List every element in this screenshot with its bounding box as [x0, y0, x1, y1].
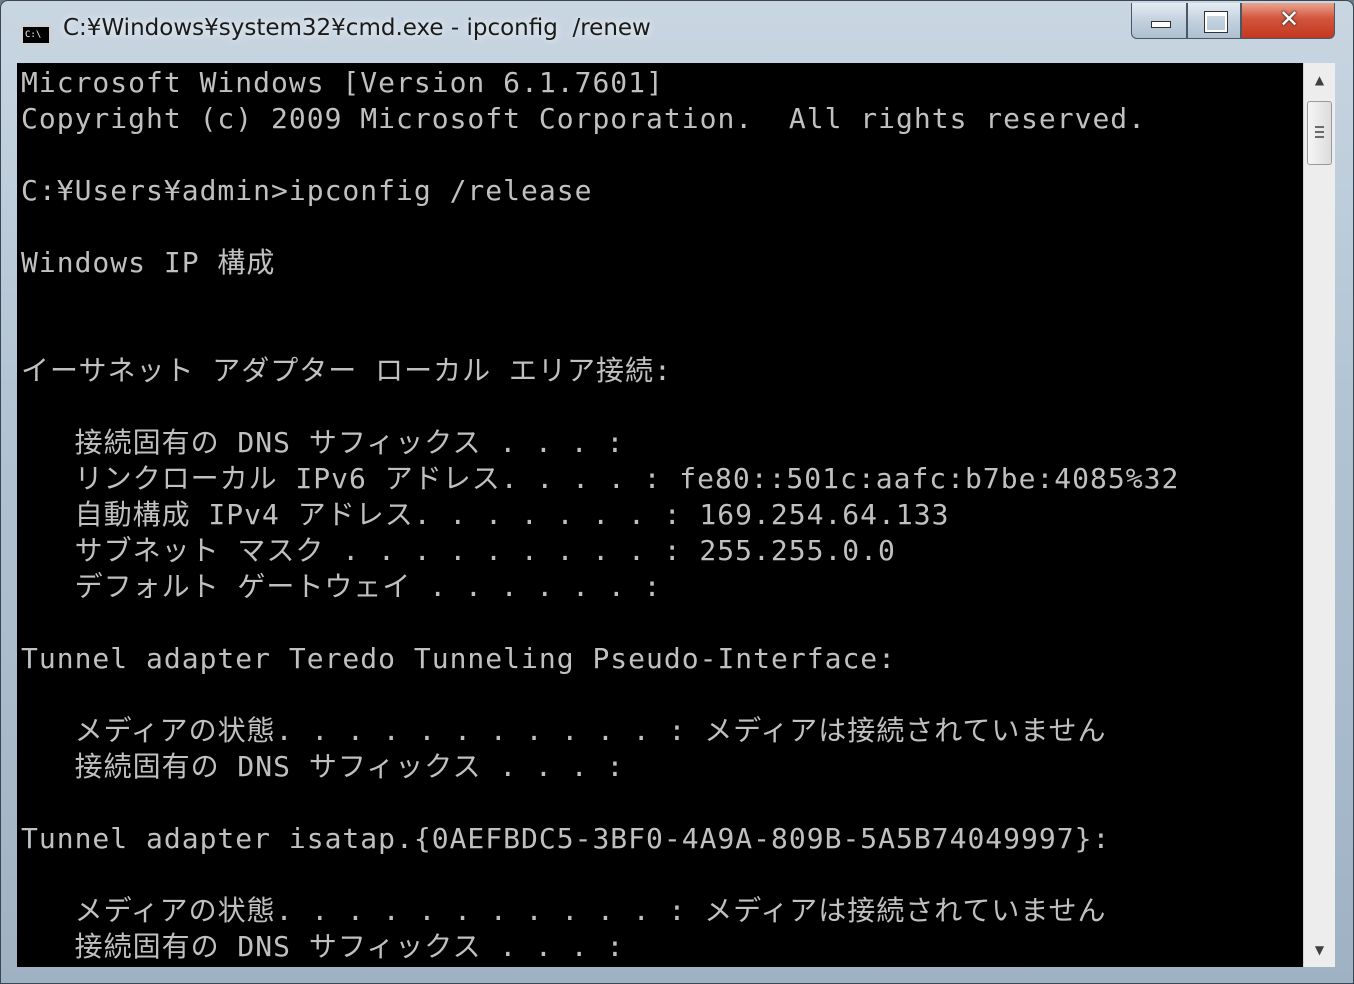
minimize-button[interactable]	[1131, 3, 1187, 39]
console-line: イーサネット アダプター ローカル エリア接続:	[21, 354, 672, 387]
console-line: Tunnel adapter isatap.{0AEFBDC5-3BF0-4A9…	[21, 822, 1111, 855]
console-line: 接続固有の DNS サフィックス . . . :	[21, 930, 625, 963]
close-button[interactable]: ✕	[1241, 3, 1335, 39]
console-line: 自動構成 IPv4 アドレス. . . . . . . : 169.254.64…	[21, 498, 950, 531]
console-line: デフォルト ゲートウェイ . . . . . . :	[21, 570, 662, 603]
console-line: リンクローカル IPv6 アドレス. . . . : fe80::501c:aa…	[21, 462, 1180, 495]
console-line: Microsoft Windows [Version 6.1.7601]	[21, 66, 664, 99]
vertical-scrollbar[interactable]: ▲ ▼	[1303, 63, 1335, 967]
console-line: メディアの状態. . . . . . . . . . . : メディアは接続され…	[21, 894, 1107, 927]
maximize-icon	[1204, 11, 1228, 33]
scroll-up-arrow-icon[interactable]: ▲	[1304, 63, 1335, 97]
cmd-icon[interactable]: C:\	[21, 25, 51, 45]
console-line: メディアの状態. . . . . . . . . . . : メディアは接続され…	[21, 714, 1107, 747]
console-line: C:¥Users¥admin>ipconfig /release	[21, 174, 593, 207]
console-output[interactable]: Microsoft Windows [Version 6.1.7601] Cop…	[17, 63, 1303, 967]
cmd-icon-label: C:\	[25, 30, 42, 40]
window-title: C:¥Windows¥system32¥cmd.exe - ipconfig /…	[63, 15, 651, 41]
scroll-thumb[interactable]	[1307, 101, 1332, 165]
maximize-button[interactable]	[1187, 3, 1241, 39]
grip-icon	[1315, 126, 1324, 138]
cmd-window: C:\ C:¥Windows¥system32¥cmd.exe - ipconf…	[0, 0, 1354, 984]
minimize-icon	[1151, 21, 1171, 28]
console-line: Windows IP 構成	[21, 246, 276, 279]
close-icon: ✕	[1278, 5, 1300, 33]
scroll-down-arrow-icon[interactable]: ▼	[1304, 933, 1335, 967]
console-line: Tunnel adapter Teredo Tunneling Pseudo-I…	[21, 642, 897, 675]
console-line: 接続固有の DNS サフィックス . . . :	[21, 426, 625, 459]
title-bar[interactable]: C:\ C:¥Windows¥system32¥cmd.exe - ipconf…	[1, 1, 1353, 61]
console-line: サブネット マスク . . . . . . . . . : 255.255.0.…	[21, 534, 896, 567]
console-line: 接続固有の DNS サフィックス . . . :	[21, 750, 625, 783]
console-line: Copyright (c) 2009 Microsoft Corporation…	[21, 102, 1147, 135]
